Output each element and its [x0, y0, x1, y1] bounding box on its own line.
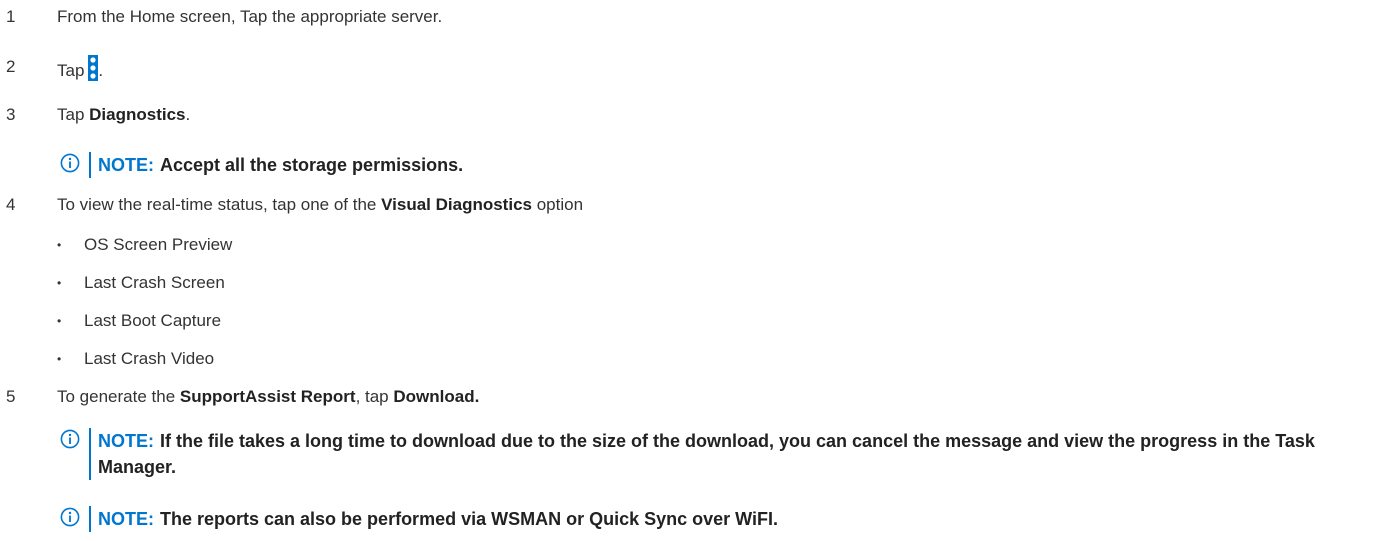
step-text-pre: To generate the — [57, 387, 180, 406]
list-item-text: Last Boot Capture — [84, 311, 222, 330]
bullet-icon: • — [57, 238, 62, 252]
info-icon — [60, 507, 80, 527]
note-label: NOTE: — [98, 155, 154, 175]
note-text: Accept all the storage permissions. — [160, 155, 464, 175]
step-text-pre: Tap — [57, 61, 85, 80]
step-text: Tap . — [57, 55, 103, 83]
note-divider — [89, 428, 91, 480]
list-item-text: OS Screen Preview — [84, 235, 233, 254]
step-text-post: . — [185, 105, 191, 124]
note-divider — [89, 506, 91, 532]
bullet-icon: • — [57, 276, 62, 290]
kebab-menu-icon — [88, 55, 99, 81]
step-text-post: . — [98, 61, 104, 80]
step-text-pre: To view the real-time status, tap one of… — [57, 195, 382, 214]
step-number: 2 — [6, 57, 16, 76]
info-icon — [60, 153, 80, 173]
bullet-icon: • — [57, 352, 62, 366]
step-number: 5 — [6, 387, 16, 406]
note-text: The reports can also be performed via WS… — [160, 509, 778, 529]
step-text: To view the real-time status, tap one of… — [57, 193, 583, 217]
note-body: NOTE: If the file takes a long time to do… — [98, 428, 1388, 480]
step-text: To generate the SupportAssist Report, ta… — [57, 385, 479, 409]
step-text: Tap Diagnostics. — [57, 103, 190, 127]
step-text-post: option — [531, 195, 584, 214]
step-number: 4 — [6, 195, 16, 214]
note-body: NOTE: The reports can also be performed v… — [98, 506, 1388, 532]
list-item-text: Last Crash Screen — [84, 273, 225, 292]
step-number: 3 — [6, 105, 16, 124]
step-text-bold: Diagnostics — [89, 105, 186, 124]
procedure-document: 1 From the Home screen, Tap the appropri… — [0, 0, 1390, 541]
list-item-text: Last Crash Video — [84, 349, 215, 368]
step-number: 1 — [6, 7, 16, 26]
step-text-mid: , tap — [355, 387, 394, 406]
note-body: NOTE: Accept all the storage permissions. — [98, 152, 1388, 178]
note-divider — [89, 152, 91, 178]
info-icon — [60, 429, 80, 449]
step-text-bold: Visual Diagnostics — [381, 195, 532, 214]
note-text: If the file takes a long time to downloa… — [98, 431, 1315, 477]
step-text-bold: Download. — [393, 387, 480, 406]
step-text-pre: Tap — [57, 105, 90, 124]
bullet-icon: • — [57, 314, 62, 328]
note-label: NOTE: — [98, 431, 154, 451]
note-label: NOTE: — [98, 509, 154, 529]
step-text-bold: SupportAssist Report — [179, 387, 356, 406]
step-text: From the Home screen, Tap the appropriat… — [57, 7, 443, 26]
